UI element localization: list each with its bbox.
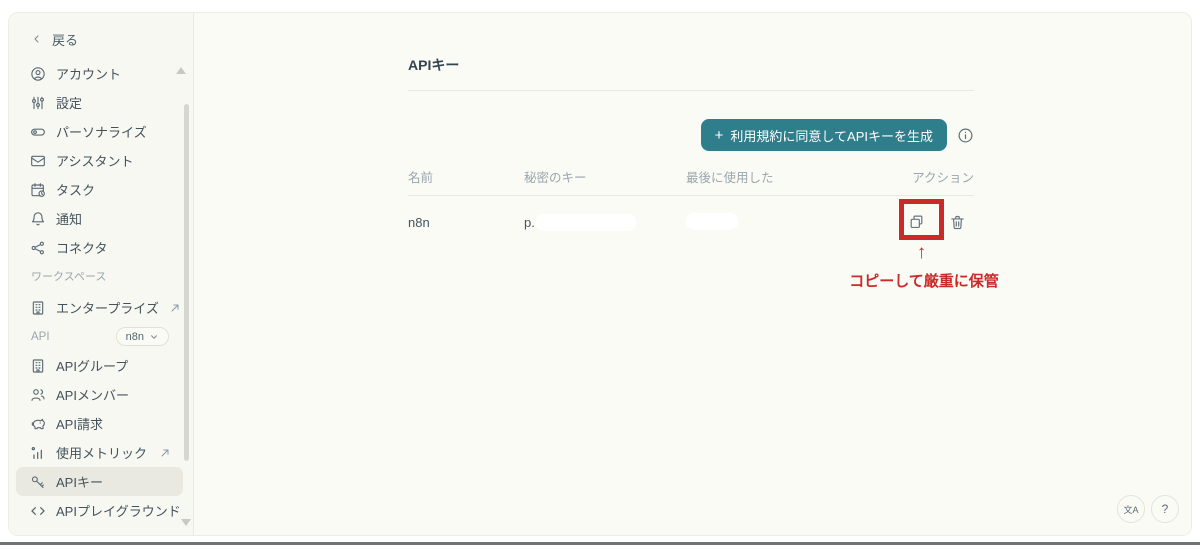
sidebar-item-label: API請求: [56, 417, 103, 432]
sidebar: 戻る アカウント 設定 パーソナライズ アシスタント タスク 通知 コネクタ ワ…: [9, 13, 194, 535]
table-header-row: 名前 秘密のキー 最後に使用した アクション: [408, 167, 974, 196]
sliders-icon: [30, 95, 46, 111]
main-panel: APIキー + 利用規約に同意してAPIキーを生成 名前 秘密のキー 最後に使用…: [194, 13, 1191, 535]
translate-button[interactable]: 文A: [1117, 495, 1145, 523]
sidebar-item-label: APIメンバー: [56, 388, 129, 403]
sidebar-item-connectors[interactable]: コネクタ: [16, 233, 183, 262]
sidebar-item-enterprise[interactable]: エンタープライズ: [16, 293, 183, 322]
sidebar-item-label: 使用メトリック: [56, 446, 148, 461]
sidebar-item-api-keys[interactable]: APIキー: [16, 467, 183, 496]
sidebar-scroll-down-arrow[interactable]: [181, 519, 191, 526]
help-button[interactable]: ?: [1151, 495, 1179, 523]
workspace-section-label: ワークスペース: [31, 271, 107, 283]
api-section-header: API n8n: [9, 322, 193, 351]
translate-icon: 文A: [1123, 504, 1139, 515]
column-header-name: 名前: [408, 171, 434, 185]
users-icon: [30, 387, 46, 403]
secret-key-prefix: p.: [524, 214, 535, 230]
calendar-icon: [30, 182, 46, 198]
page-title: APIキー: [408, 57, 460, 73]
api-section-label: API: [31, 330, 50, 343]
api-scope-selector[interactable]: n8n: [115, 327, 169, 346]
sidebar-item-label: APIプレイグラウンド: [56, 504, 181, 519]
back-label: 戻る: [52, 32, 79, 48]
sidebar-item-label: アカウント: [56, 67, 122, 82]
sidebar-item-notifications[interactable]: 通知: [16, 204, 183, 233]
sidebar-item-account[interactable]: アカウント: [16, 59, 183, 88]
last-used-cell: [686, 211, 874, 233]
window-bottom-edge: [0, 542, 1200, 545]
api-key-secret-cell: p.: [524, 213, 686, 231]
sidebar-item-tasks[interactable]: タスク: [16, 175, 183, 204]
code-icon: [30, 503, 46, 519]
sidebar-item-label: エンタープライズ: [56, 301, 159, 316]
generate-api-key-label: 利用規約に同意してAPIキーを生成: [730, 128, 933, 144]
sidebar-item-api-playground[interactable]: APIプレイグラウンド: [16, 496, 183, 525]
sidebar-item-settings[interactable]: 設定: [16, 88, 183, 117]
column-header-last-used: 最後に使用した: [686, 171, 774, 185]
external-link-icon: [169, 302, 181, 314]
sidebar-item-label: APIグループ: [56, 359, 129, 374]
toolbar: + 利用規約に同意してAPIキーを生成: [408, 119, 974, 151]
piggy-bank-icon: [30, 416, 46, 432]
external-link-icon: [159, 447, 171, 459]
sidebar-scroll-up-arrow[interactable]: [176, 67, 186, 74]
generate-api-key-button[interactable]: + 利用規約に同意してAPIキーを生成: [700, 119, 947, 151]
delete-icon[interactable]: [948, 213, 966, 231]
share-nodes-icon: [30, 240, 46, 256]
key-icon: [30, 474, 46, 490]
sidebar-item-api-billing[interactable]: API請求: [16, 409, 183, 438]
back-button[interactable]: 戻る: [9, 27, 193, 51]
sidebar-item-api-members[interactable]: APIメンバー: [16, 380, 183, 409]
info-icon[interactable]: [956, 126, 974, 144]
title-divider: [408, 90, 974, 91]
signal-chart-icon: [30, 445, 46, 461]
column-header-secret-key: 秘密のキー: [524, 171, 587, 185]
question-icon: ?: [1161, 502, 1169, 516]
sidebar-item-usage-metrics[interactable]: 使用メトリック: [16, 438, 183, 467]
annotation-caption: コピーして厳重に保管: [849, 273, 999, 290]
sidebar-nav: アカウント 設定 パーソナライズ アシスタント タスク 通知 コネクタ ワークス…: [9, 59, 193, 525]
api-scope-value: n8n: [125, 330, 144, 343]
user-circle-icon: [30, 66, 46, 82]
sidebar-item-label: タスク: [56, 183, 96, 198]
toggle-icon: [30, 124, 46, 140]
mail-icon: [30, 153, 46, 169]
api-key-name-cell: n8n: [408, 214, 430, 230]
bell-icon: [30, 211, 46, 227]
copy-icon[interactable]: [907, 213, 925, 231]
building-icon: [30, 300, 46, 316]
sidebar-item-personalize[interactable]: パーソナライズ: [16, 117, 183, 146]
sidebar-item-label: アシスタント: [56, 154, 134, 169]
sidebar-item-label: APIキー: [56, 475, 103, 490]
chevron-down-icon: [149, 332, 159, 342]
sidebar-item-api-groups[interactable]: APIグループ: [16, 351, 183, 380]
api-keys-content: APIキー + 利用規約に同意してAPIキーを生成 名前 秘密のキー 最後に使用…: [408, 55, 974, 248]
sidebar-item-label: パーソナライズ: [56, 125, 147, 140]
table-row: n8n p.: [408, 196, 974, 248]
redacted-last-used: [686, 213, 738, 230]
sidebar-item-label: 設定: [56, 96, 83, 111]
sidebar-scrollbar-thumb[interactable]: [184, 104, 189, 461]
plus-icon: +: [714, 126, 724, 144]
building-icon: [30, 358, 46, 374]
column-header-actions: アクション: [912, 171, 974, 185]
sidebar-item-assistant[interactable]: アシスタント: [16, 146, 183, 175]
redacted-secret-key: [535, 213, 636, 231]
sidebar-item-label: 通知: [56, 212, 83, 227]
settings-window: 戻る アカウント 設定 パーソナライズ アシスタント タスク 通知 コネクタ ワ…: [8, 12, 1192, 536]
row-actions-cell: [874, 213, 974, 231]
chevron-left-icon: [31, 33, 43, 45]
sidebar-item-label: コネクタ: [56, 241, 108, 256]
